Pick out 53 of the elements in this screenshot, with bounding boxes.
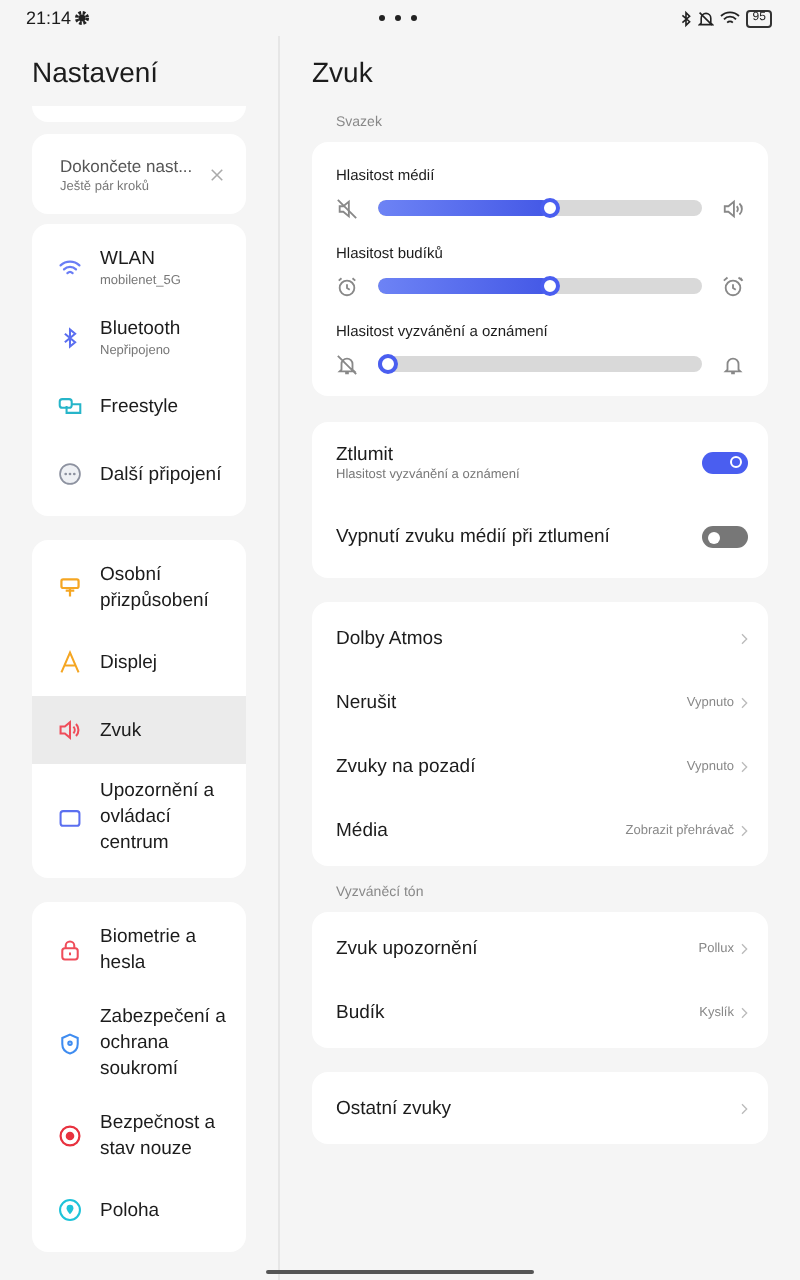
emergency-icon (58, 1124, 82, 1148)
settings-row[interactable]: Ostatní zvuky (312, 1076, 768, 1140)
bluetooth-icon (58, 325, 82, 349)
speaker-muted-icon (336, 197, 358, 219)
gear-icon (73, 10, 90, 26)
sidebar-item[interactable]: Biometrie a hesla (32, 910, 246, 990)
wifi-icon (58, 255, 82, 279)
chevron-icon (740, 1101, 748, 1115)
settings-row[interactable]: Dolby Atmos (312, 606, 768, 670)
wifi-icon (720, 10, 741, 26)
bell-muted-icon (698, 9, 715, 27)
more-icon (58, 462, 82, 486)
alarm-clock-icon (336, 275, 358, 297)
volume-slider[interactable] (378, 198, 702, 218)
chevron-icon (740, 1005, 748, 1019)
sidebar-item[interactable]: Další připojení (32, 440, 246, 508)
bell-icon (722, 353, 744, 375)
speaker-icon (722, 197, 744, 219)
chevron-icon (740, 823, 748, 837)
sidebar-item[interactable]: Poloha (32, 1176, 246, 1244)
sidebar-title: Nastavení (32, 56, 161, 92)
volume-slider[interactable] (378, 276, 702, 296)
chevron-icon (740, 695, 748, 709)
screens-icon (58, 394, 82, 418)
lock-icon (58, 938, 82, 962)
sidebar-item[interactable]: Freestyle (32, 372, 246, 440)
toggle-label: Ztlumit (336, 444, 395, 466)
bluetooth-icon (680, 9, 693, 27)
toggle-switch[interactable] (702, 526, 748, 548)
toggle-switch[interactable] (702, 452, 748, 474)
speaker-icon (58, 718, 82, 742)
sidebar-item[interactable]: Upozornění a ovládací centrum (32, 764, 246, 870)
bell-muted-icon (336, 353, 358, 375)
page-title: Zvuk (312, 56, 375, 92)
chevron-icon (740, 941, 748, 955)
clock: 21:14 (26, 8, 72, 28)
sidebar-item[interactable]: Zabezpečení a ochrana soukromí (32, 990, 246, 1096)
chevron-icon (740, 759, 748, 773)
sidebar-item[interactable]: Osobní přizpůsobení (32, 548, 246, 628)
font-icon (58, 650, 82, 674)
chevron-icon (740, 631, 748, 645)
panel-icon (58, 805, 82, 829)
more-icon (378, 14, 419, 22)
sidebar-item[interactable]: Bezpečnost a stav nouze (32, 1096, 246, 1176)
alarm-clock-icon (722, 275, 744, 297)
location-icon (58, 1198, 82, 1222)
volume-slider[interactable] (378, 354, 702, 374)
setup-title: Dokončete nast... (60, 155, 195, 175)
sidebar-item[interactable]: Displej (32, 628, 246, 696)
toggle-label: Vypnutí zvuku médií při ztlumení (336, 526, 612, 548)
brush-icon (58, 576, 82, 600)
shield-icon (58, 1031, 82, 1055)
sidebar-item[interactable]: Zvuk (32, 696, 246, 764)
